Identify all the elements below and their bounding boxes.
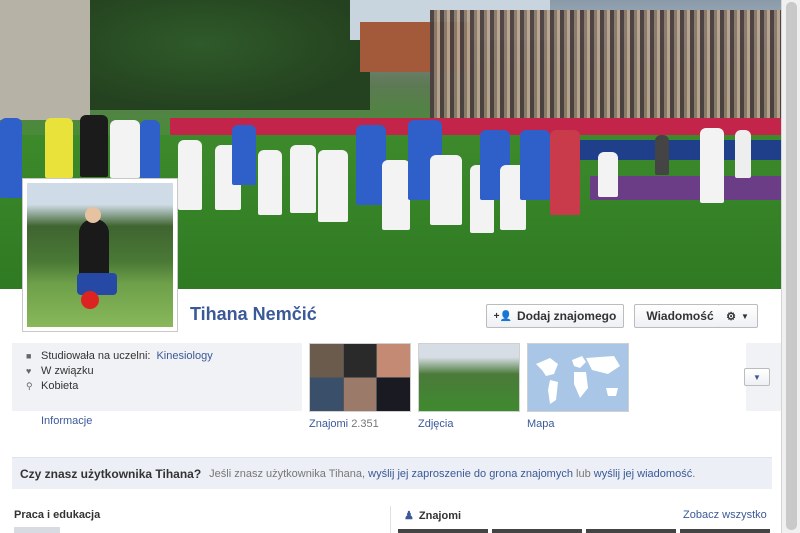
profile-page: Tihana Nemčić +👤 Dodaj znajomego Wiadomo…	[0, 0, 781, 533]
map-thumbnail[interactable]	[527, 343, 629, 412]
add-friend-button[interactable]: +👤 Dodaj znajomego	[486, 304, 624, 328]
friends-link[interactable]: Znajomi 2.351	[309, 418, 379, 430]
know-user-prompt: Czy znasz użytkownika Tihana? Jeśli znas…	[12, 457, 772, 489]
education-prefix: Studiowała na uczelni:	[41, 350, 151, 362]
friends-thumbnail[interactable]	[309, 343, 411, 412]
gender-value: Kobieta	[41, 380, 79, 392]
relationship-line: ♥ W związku	[26, 365, 94, 377]
gear-icon: ⚙	[726, 310, 736, 323]
world-map-icon	[536, 356, 620, 404]
education-line: ■ Studiowała na uczelni: Kinesiology	[26, 350, 213, 362]
info-link[interactable]: Informacje	[41, 415, 92, 427]
options-button[interactable]: ⚙ ▼	[718, 304, 758, 328]
education-link[interactable]: Kinesiology	[156, 350, 212, 362]
add-friend-icon: +👤	[493, 310, 512, 322]
see-all-link[interactable]: Zobacz wszystko	[683, 509, 767, 521]
graduation-cap-icon: ■	[26, 350, 32, 361]
location-pin-icon: ⚲	[26, 380, 33, 391]
friends-count: 2.351	[351, 418, 379, 430]
map-link[interactable]: Mapa	[527, 418, 555, 430]
friends-section-title: Znajomi	[418, 509, 462, 522]
scrollbar-thumb[interactable]	[786, 2, 797, 530]
chevron-down-icon: ▼	[740, 311, 749, 321]
relationship-status: W związku	[41, 365, 94, 377]
friends-icon: ♟	[404, 510, 414, 522]
add-friend-label: Dodaj znajomego	[516, 309, 617, 323]
message-button[interactable]: Wiadomość	[634, 304, 726, 328]
photos-link[interactable]: Zdjęcia	[418, 418, 453, 430]
gender-line: ⚲ Kobieta	[26, 380, 78, 392]
profile-name[interactable]: Tihana Nemčić	[190, 304, 317, 325]
prompt-title: Czy znasz użytkownika Tihana?	[20, 466, 202, 481]
profile-picture[interactable]	[22, 178, 178, 332]
column-divider	[390, 506, 391, 533]
vertical-scrollbar[interactable]	[781, 0, 800, 533]
send-message-link[interactable]: wyślij jej wiadomość	[594, 468, 692, 480]
photos-thumbnail[interactable]	[418, 343, 520, 412]
heart-icon: ♥	[26, 365, 32, 376]
work-thumbnail	[14, 527, 60, 533]
send-friend-request-link[interactable]: wyślij jej zaproszenie do grona znajomyc…	[368, 468, 573, 480]
message-label: Wiadomość	[646, 309, 714, 323]
expand-button[interactable]: ▼	[744, 368, 770, 386]
friends-section-header: ♟ Znajomi	[404, 509, 462, 523]
work-education-title: Praca i edukacja	[14, 509, 101, 521]
prompt-text: Jeśli znasz użytkownika Tihana, wyślij j…	[209, 467, 696, 480]
chevron-down-icon: ▼	[753, 372, 761, 382]
